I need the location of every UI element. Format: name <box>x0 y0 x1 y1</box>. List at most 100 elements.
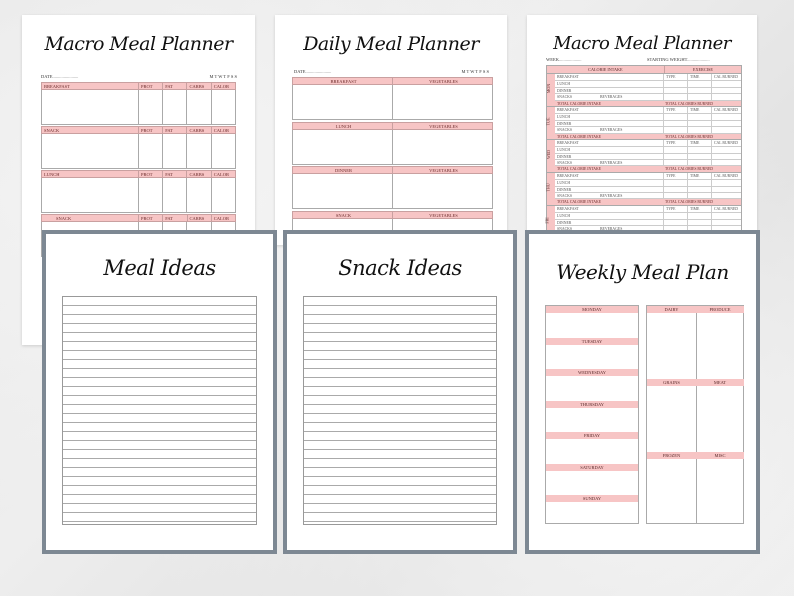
days-column: MONDAY TUESDAY WEDNESDAY THURSDAY FRIDAY SATU… <box>545 305 639 524</box>
exercise-column-label: TIME <box>690 140 700 145</box>
row-label: SNACKS <box>557 161 572 166</box>
day-label: WED <box>546 149 552 159</box>
table-body <box>292 174 493 209</box>
table-header: SNACK PROT FAT CARBS CALOR <box>41 126 236 134</box>
table-body <box>41 134 236 169</box>
row-label: DINNER <box>557 220 572 225</box>
grocery-category-label: GRAINS <box>647 379 696 386</box>
meal-row: DINNER <box>555 218 741 225</box>
exercise-column-label: CAL BURNED <box>714 206 739 211</box>
day-section: WEDNESDAY <box>546 369 638 401</box>
page-title: Macro Meal Planner <box>44 33 233 55</box>
macro-column-label: PROT <box>137 83 162 89</box>
totals-row: TOTAL CALORIE INTAKE TOTAL CALORIES BURNE… <box>555 165 741 172</box>
table-body <box>292 85 493 120</box>
meal-table: BREAKFAST VEGETABLES <box>292 77 493 120</box>
exercise-column-label: TYPE <box>666 75 676 79</box>
week-label: WEEK.................... <box>546 57 582 62</box>
vegetables-label: VEGETABLES <box>392 78 492 84</box>
totals-row: TOTAL CALORIE INTAKE TOTAL CALORIES BURNE… <box>555 198 741 205</box>
meal-table: DINNER VEGETABLES <box>292 166 493 209</box>
date-label: DATE....................... <box>41 74 79 79</box>
row-label: LUNCH <box>557 214 571 219</box>
macro-column-label: FAT <box>162 127 186 133</box>
meal-row: BREAKFAST TYPE TIME CAL BURNED <box>555 139 741 147</box>
row-label: BREAKFAST <box>557 107 579 112</box>
day-label: THU <box>545 183 551 192</box>
table-header: LUNCH PROT FAT CARBS CALOR <box>41 170 236 178</box>
day-label: FRI <box>544 217 550 224</box>
grocery-grid: DAIRY PRODUCE GRAINS MEAT FROZEN MISC <box>646 305 744 524</box>
snack-ideas-page: Snack Ideas <box>283 230 517 554</box>
row-label: LUNCH <box>557 148 571 153</box>
total-burned-label: TOTAL CALORIES BURNED <box>665 200 714 205</box>
exercise-column-label: TIME <box>690 107 700 112</box>
page-title: Daily Meal Planner <box>303 33 479 55</box>
day-section: THURSDAY <box>546 400 638 433</box>
meal-table: BREAKFAST PROT FAT CARBS CALOR <box>41 82 236 125</box>
exercise-column-label: TYPE <box>666 140 676 145</box>
total-intake-label: TOTAL CALORIE INTAKE <box>557 200 602 205</box>
total-intake-label: TOTAL CALORIE INTAKE <box>557 101 602 106</box>
meal-label: LUNCH <box>335 123 352 129</box>
macro-column-label: CALOR <box>210 127 235 133</box>
row-label: DINNER <box>557 121 572 126</box>
macro-column-label: PROT <box>137 171 162 177</box>
meal-row: DINNER <box>555 86 741 94</box>
day-label: TUESDAY <box>546 337 638 345</box>
vegetables-label: VEGETABLES <box>392 167 492 173</box>
total-intake-label: TOTAL CALORIE INTAKE <box>557 134 602 139</box>
day-label: SUNDAY <box>546 495 638 502</box>
meal-row: SNACKS BEVERAGES <box>555 126 741 133</box>
row-label: BREAKFAST <box>557 206 579 211</box>
day-label: MONDAY <box>546 306 638 313</box>
daily-page: Daily Meal Planner DATE.................… <box>275 15 507 245</box>
day-label: SATURDAY <box>546 463 638 471</box>
meal-row: LUNCH <box>555 179 741 186</box>
row-label: LUNCH <box>557 181 571 186</box>
row-label: LUNCH <box>557 115 571 120</box>
total-burned-label: TOTAL CALORIES BURNED <box>665 134 714 139</box>
meal-table: LUNCH PROT FAT CARBS CALOR <box>41 170 236 213</box>
weekday-letters: M T W T F S S <box>461 69 489 74</box>
meal-row: DINNER <box>555 119 741 127</box>
day-label: WEDNESDAY <box>546 369 638 376</box>
macro-column-label: FAT <box>162 215 186 221</box>
exercise-column-label: CAL BURNED <box>714 107 739 112</box>
exercise-column-label: TIME <box>690 75 700 79</box>
day-section: SATURDAY <box>546 463 638 496</box>
exercise-column-label: CAL BURNED <box>714 173 739 178</box>
meal-table: SNACK PROT FAT CARBS CALOR <box>41 126 236 169</box>
row-label: DINNER <box>557 187 572 192</box>
exercise-column-label: TIME <box>690 173 700 178</box>
total-intake-label: TOTAL CALORIE INTAKE <box>557 167 602 172</box>
date-label: DATE....................... <box>294 69 332 74</box>
page-title: Macro Meal Planner <box>553 33 731 54</box>
row-label: DINNER <box>557 88 572 93</box>
meal-label: DINNER <box>335 168 352 173</box>
meal-row: DINNER <box>555 152 741 160</box>
macro-column-label: CARBS <box>186 171 210 177</box>
meal-row: LUNCH <box>555 212 741 219</box>
exercise-column-label: TYPE <box>666 206 676 211</box>
meal-row: SNACKS BEVERAGES <box>555 159 741 166</box>
table-header: BREAKFAST PROT FAT CARBS CALOR <box>41 82 236 90</box>
day-section: MONDAY <box>546 306 638 338</box>
vegetables-label: VEGETABLES <box>392 122 492 129</box>
day-label: THURSDAY <box>546 400 638 408</box>
meal-label: SNACK <box>44 128 60 133</box>
page-title: Snack Ideas <box>338 256 462 280</box>
day-section: FRIDAY <box>546 432 638 464</box>
day-block: THU BREAKFAST TYPE TIME CAL BURNED LUNCH DINNE… <box>545 171 741 205</box>
beverages-label: BEVERAGES <box>599 128 623 133</box>
starting-weight-label: STARTING WEIGHT.................... <box>647 57 710 62</box>
weekday-letters: M T W T F S S <box>209 74 237 79</box>
meal-row: BREAKFAST TYPE TIME CAL BURNED <box>555 172 741 180</box>
grocery-category-label: FROZEN <box>647 452 696 459</box>
table-body <box>292 129 493 165</box>
day-label: TUE <box>545 117 551 126</box>
table-header: SNACK VEGETABLES <box>292 210 493 219</box>
row-label: SNACKS <box>557 128 572 133</box>
day-label: MON <box>546 83 552 94</box>
row-label: LUNCH <box>557 82 571 87</box>
